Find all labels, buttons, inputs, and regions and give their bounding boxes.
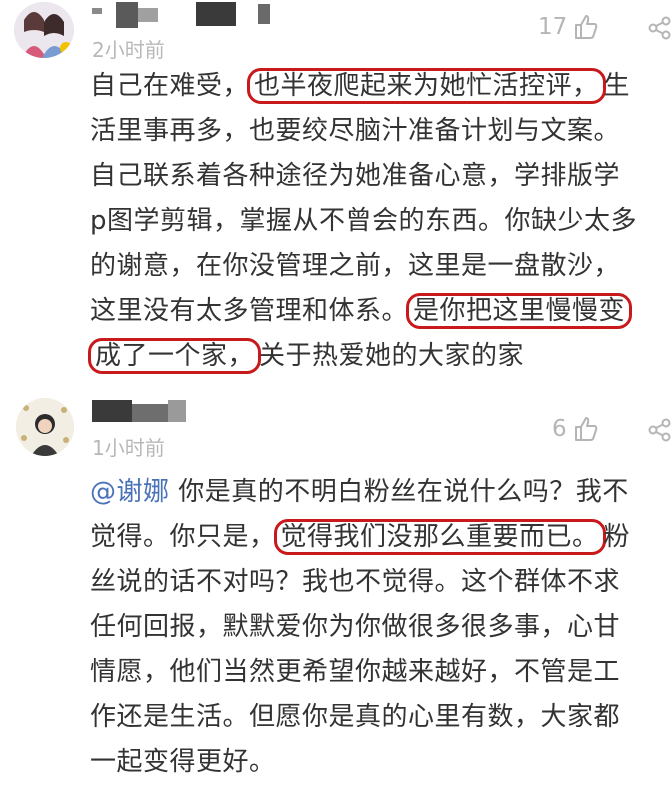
share-icon[interactable] — [648, 16, 672, 40]
username-redacted — [132, 404, 168, 422]
comment-line: p图学剪辑，掌握从不曾会的东西。你缺少太多 — [90, 199, 650, 244]
comment-text-segment: 的谢意，在你没管理之前，这里是一盘散沙， — [90, 251, 621, 281]
username-redacted[interactable] — [92, 400, 132, 422]
comment-timestamp: 2小时前 — [92, 38, 165, 62]
comment-text-segment: 你是真的不明白粉丝在说什么吗？我不 — [169, 477, 629, 507]
comment-line: 自己在难受， 也半夜爬起来为她忙活控评，生 — [90, 64, 650, 109]
username-redacted — [196, 2, 236, 26]
comment-text-segment: 活里事再多，也要绞尽脑汁准备计划与文案。 — [90, 116, 621, 146]
avatar-illustration — [16, 398, 74, 456]
thumbs-up-icon — [575, 15, 598, 39]
comment-text-segment: 自己联系着各种途径为她准备心意，学排版学 — [90, 161, 621, 191]
highlighted-phrase: 是你把这里慢慢变 — [406, 293, 633, 329]
comment-text-segment: 粉 — [603, 522, 631, 552]
comment-text-segment: 作还是生活。但愿你是真的心里有数，大家都 — [90, 702, 621, 732]
comment-text-segment: 这里没有太多管理和体系。 — [90, 296, 409, 326]
username-redacted — [258, 4, 270, 24]
thumbs-up-icon — [574, 417, 597, 441]
comment-line: 这里没有太多管理和体系。 是你把这里慢慢变 — [90, 289, 650, 334]
highlighted-phrase: 觉得我们没那么重要而已。 — [273, 519, 606, 555]
comment-text-segment: 丝说的话不对吗？我也不觉得。这个群体不求 — [90, 567, 621, 597]
comment-line: 成了一个家， 关于热爱她的大家的家 — [88, 334, 650, 379]
comment-line: 任何回报，默默爱你为你做很多很多事，心甘 — [90, 605, 650, 650]
comment-text-segment: 生 — [603, 71, 631, 101]
like-count: 6 — [552, 416, 567, 442]
avatar[interactable] — [14, 2, 74, 58]
username-redacted — [138, 8, 158, 22]
comment-text-segment: p图学剪辑，掌握从不曾会的东西。你缺少太多 — [90, 206, 638, 236]
comment-line: 活里事再多，也要绞尽脑汁准备计划与文案。 — [90, 109, 650, 154]
user-mention-link[interactable]: @谢娜 — [90, 477, 170, 507]
like-button[interactable]: 17 — [538, 14, 599, 40]
comment-text-segment: 任何回报，默默爱你为你做很多很多事，心甘 — [90, 612, 621, 642]
comment-line: 觉得。你只是， 觉得我们没那么重要而已。粉 — [90, 515, 650, 560]
comment-line: 情愿，他们当然更希望你越来越好，不管是工 — [90, 650, 650, 695]
comment-line: 的谢意，在你没管理之前，这里是一盘散沙， — [90, 244, 650, 289]
comment-text-segment: 情愿，他们当然更希望你越来越好，不管是工 — [90, 657, 621, 687]
avatar-illustration — [14, 2, 74, 58]
username-redacted — [168, 400, 186, 422]
like-button[interactable]: 6 — [552, 416, 599, 442]
highlighted-phrase: 成了一个家， — [88, 338, 262, 374]
comment-text-segment: 一起变得更好。 — [90, 747, 276, 777]
comment-line: 丝说的话不对吗？我也不觉得。这个群体不求 — [90, 560, 650, 605]
username-redacted — [116, 2, 138, 28]
comment-text-segment: 觉得。你只是， — [90, 522, 276, 552]
comment-text: @谢娜 你是真的不明白粉丝在说什么吗？我不 觉得。你只是， 觉得我们没那么重要而已。… — [90, 470, 650, 785]
comment-line: 自己联系着各种途径为她准备心意，学排版学 — [90, 154, 650, 199]
comment-line: 作还是生活。但愿你是真的心里有数，大家都 — [90, 695, 650, 740]
like-count: 17 — [538, 14, 568, 40]
avatar[interactable] — [16, 398, 74, 456]
comment-text-segment: 自己在难受， — [90, 71, 250, 101]
username-redacted[interactable] — [92, 8, 102, 14]
comment-line: 一起变得更好。 — [90, 740, 650, 785]
comment-line: @谢娜 你是真的不明白粉丝在说什么吗？我不 — [90, 470, 650, 515]
share-icon[interactable] — [648, 418, 672, 442]
comment-timestamp: 1小时前 — [92, 436, 165, 460]
comment-text: 自己在难受， 也半夜爬起来为她忙活控评，生活里事再多，也要绞尽脑汁准备计划与文案。… — [88, 64, 650, 379]
highlighted-phrase: 也半夜爬起来为她忙活控评， — [247, 68, 606, 104]
comment-text-segment: 关于热爱她的大家的家 — [259, 341, 525, 371]
